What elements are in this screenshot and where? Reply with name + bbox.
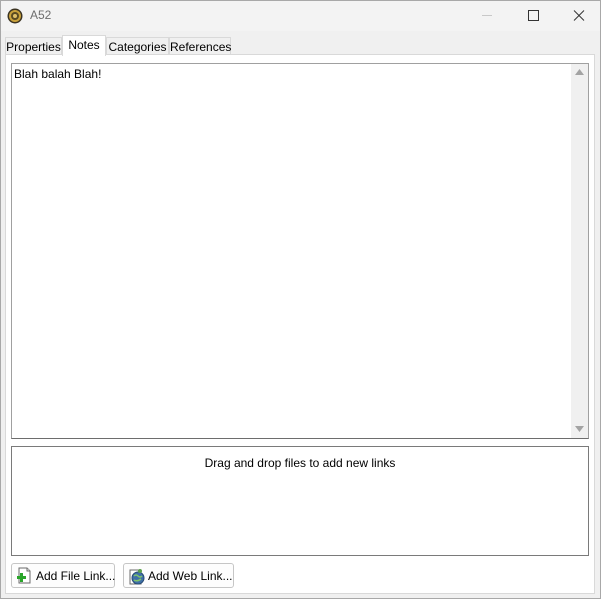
tab-label: References <box>170 40 232 54</box>
dialog-window: A52 Properties Notes Categories Referenc… <box>0 0 601 599</box>
scroll-up-button[interactable] <box>571 64 588 81</box>
maximize-icon <box>528 10 539 21</box>
file-add-icon <box>16 567 34 585</box>
gear-icon <box>7 8 23 24</box>
arrow-down-icon <box>575 426 584 432</box>
add-web-link-label: Add Web Link... <box>148 569 233 583</box>
vertical-scrollbar[interactable] <box>571 64 588 438</box>
tab-label: Categories <box>108 40 167 54</box>
tab-properties[interactable]: Properties <box>5 37 62 55</box>
globe-link-icon <box>128 567 146 585</box>
tab-label: Notes <box>68 38 100 52</box>
close-button[interactable] <box>556 1 601 31</box>
maximize-button[interactable] <box>510 1 556 31</box>
close-icon <box>573 10 585 21</box>
tab-references[interactable]: References <box>169 37 231 55</box>
drop-hint: Drag and drop files to add new links <box>204 456 396 470</box>
tab-label: Properties <box>6 40 61 54</box>
add-file-link-button[interactable]: Add File Link... <box>11 563 115 588</box>
tab-notes[interactable]: Notes <box>62 35 106 56</box>
notes-text: Blah balah Blah! <box>14 67 102 81</box>
notes-textarea[interactable]: Blah balah Blah! <box>11 63 589 439</box>
add-file-link-label: Add File Link... <box>36 569 116 583</box>
add-web-link-button[interactable]: Add Web Link... <box>123 563 234 588</box>
scroll-down-button[interactable] <box>571 421 588 438</box>
minimize-icon <box>482 15 492 16</box>
title-bar[interactable]: A52 <box>1 1 600 31</box>
tab-categories[interactable]: Categories <box>106 37 169 55</box>
window-title: A52 <box>30 8 52 22</box>
links-drop-area[interactable]: Drag and drop files to add new links <box>11 446 589 556</box>
arrow-up-icon <box>575 69 584 75</box>
minimize-button[interactable] <box>464 1 510 31</box>
